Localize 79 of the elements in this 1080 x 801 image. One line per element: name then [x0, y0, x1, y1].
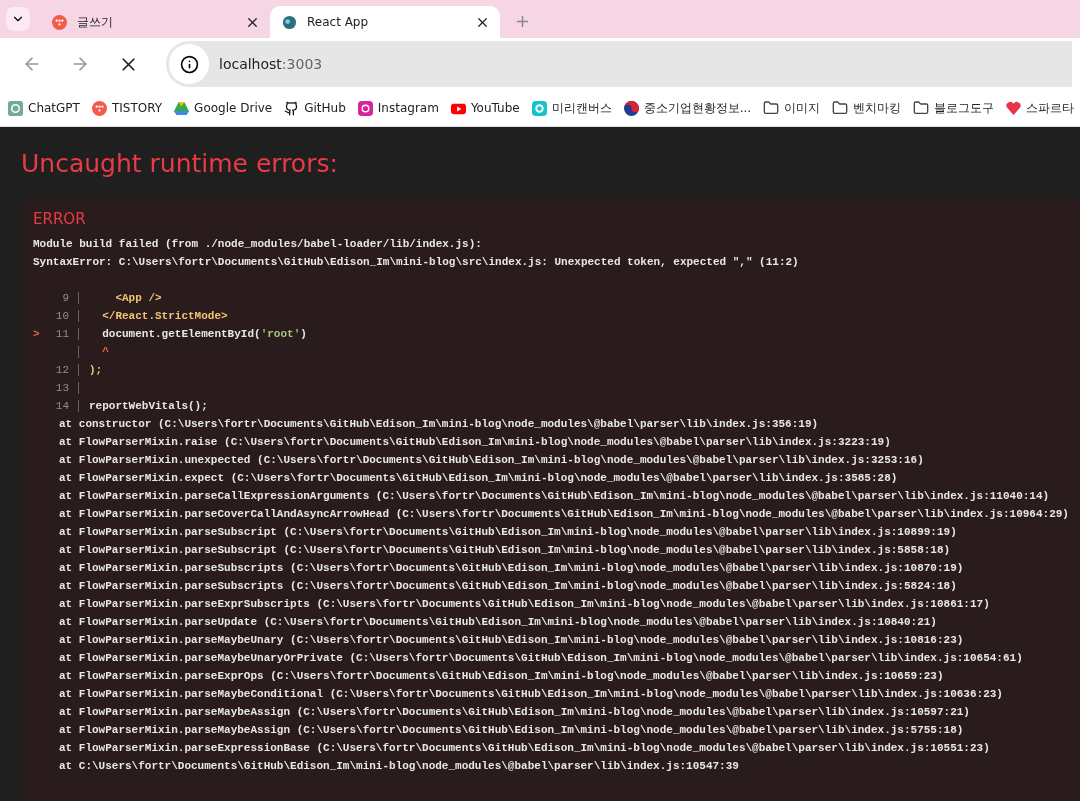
tab-title: React App: [307, 15, 370, 29]
bookmark-link[interactable]: GitHub: [284, 100, 346, 116]
bookmark-label: GitHub: [304, 101, 346, 115]
folder-icon: [763, 100, 780, 116]
bookmark-label: Instagram: [377, 101, 439, 115]
stack-trace-line: at constructor (C:\Users\fortr\Documents\GitHub\Edison_Im\mini-blog\node_modules\@babel\parser\lib\index.js:356:19): [58, 417, 820, 432]
stack-trace-line: at FlowParserMixin.expect (C:\Users\fortr\Documents\GitHub\Edison_Im\mini-blog\node_modules\@babel\parser\lib\index.js:3585:28): [58, 471, 899, 486]
stack-trace-line: at FlowParserMixin.parseMaybeAssign (C:\Users\fortr\Documents\GitHub\Edison_Im\mini-blog\node_modules\@babel\parser\lib\index.js:10597:21): [58, 705, 971, 720]
bookmark-label: 중소기업현황정보...: [643, 99, 752, 117]
stack-trace-line: at FlowParserMixin.parseSubscripts (C:\Users\fortr\Documents\GitHub\Edison_Im\mini-blog\node_modules\@babel\parser\lib\index.js:10870:19): [58, 561, 965, 576]
triangle-icon: [174, 100, 190, 116]
bookmark-link[interactable]: YouTube: [450, 100, 520, 116]
bookmark-label: 미리캔버스: [551, 99, 612, 117]
bookmark-label: ChatGPT: [28, 101, 80, 115]
bookmark-link[interactable]: 벤치마킹: [832, 99, 902, 117]
line-number: 11: [54, 327, 69, 342]
new-tab-icon[interactable]: [514, 13, 531, 30]
tab-title: 글쓰기: [77, 13, 114, 31]
info-icon[interactable]: [169, 44, 209, 84]
stack-trace-line: at FlowParserMixin.parseMaybeAssign (C:\Users\fortr\Documents\GitHub\Edison_Im\mini-blog\node_modules\@babel\parser\lib\index.js:5755:18): [58, 723, 965, 738]
code-line: </React.StrictMode>: [101, 309, 228, 324]
line-number: 10: [54, 309, 69, 324]
stack-trace-line: at FlowParserMixin.raise (C:\Users\fortr\Documents\GitHub\Edison_Im\mini-blog\node_modules\@babel\parser\lib\index.js:3223:19): [58, 435, 892, 450]
stack-trace-line: at FlowParserMixin.parseSubscripts (C:\Users\fortr\Documents\GitHub\Edison_Im\mini-blog\node_modules\@babel\parser\lib\index.js:5824:18): [58, 579, 958, 594]
stack-trace-line: at C:\Users\fortr\Documents\GitHub\Edison_Im\mini-blog\node_modules\@babel\parser\lib\index.js:10547:39: [58, 759, 740, 774]
octocat-icon: [284, 100, 300, 116]
bookmark-label: 이미지: [784, 99, 821, 117]
code-line: ^: [101, 345, 109, 360]
stack-trace-line: at FlowParserMixin.unexpected (C:\Users\fortr\Documents\GitHub\Edison_Im\mini-blog\node_modules\@babel\parser\lib\index.js:3253:16): [58, 453, 925, 468]
line-number: 12: [54, 363, 69, 378]
bookmark-link[interactable]: 이미지: [763, 99, 821, 117]
pointer-marker: >: [33, 327, 41, 342]
bookmark-label: Google Drive: [194, 101, 273, 115]
stack-trace-line: at FlowParserMixin.parseUpdate (C:\Users\fortr\Documents\GitHub\Edison_Im\mini-blog\node_modules\@babel\parser\lib\index.js:10840:21): [58, 615, 938, 630]
bookmark-link[interactable]: 중소기업현황정보...: [623, 99, 752, 117]
stack-trace-line: at FlowParserMixin.parseExpressionBase (C:\Users\fortr\Documents\GitHub\Edison_Im\mini-blog\node_modules\@babel\parser\lib\index.js:10551:23): [58, 741, 991, 756]
bookmark-label: 벤치마킹: [853, 99, 902, 117]
bookmark-link[interactable]: Instagram: [357, 100, 439, 116]
stack-trace-line: at FlowParserMixin.parseSubscript (C:\Users\fortr\Documents\GitHub\Edison_Im\mini-blog\node_modules\@babel\parser\lib\index.js:5858:18): [58, 543, 952, 558]
bookmark-link[interactable]: TISTORY: [91, 100, 163, 116]
address-bar[interactable]: localhost:3003: [166, 41, 1072, 87]
folder-icon: [913, 100, 930, 116]
bookmark-link[interactable]: ChatGPT: [8, 100, 80, 116]
browser-tab[interactable]: React App: [270, 6, 500, 38]
stack-trace-line: at FlowParserMixin.parseMaybeUnaryOrPrivate (C:\Users\fortr\Documents\GitHub\Edison_Im\mini-blog\node_modules\@babel\parser\lib\index.js:10654:61): [58, 651, 1024, 666]
code-line: <App />: [114, 291, 162, 306]
bookmark-label: 스파르타: [1026, 99, 1075, 117]
line-number: 13: [54, 381, 69, 396]
stack-trace-line: at FlowParserMixin.parseSubscript (C:\Users\fortr\Documents\GitHub\Edison_Im\mini-blog\node_modules\@babel\parser\lib\index.js:10899:19): [58, 525, 958, 540]
bookmark-link[interactable]: 블로그도구: [913, 99, 995, 117]
error-message: SyntaxError: C:\Users\fortr\Documents\GitHub\Edison_Im\mini-blog\src\index.js: Unexpected token, expected "," (11:2): [33, 255, 800, 270]
error-heading: Uncaught runtime errors:: [21, 149, 339, 178]
line-number: 9: [61, 291, 69, 306]
browser-tab[interactable]: 글쓰기: [40, 6, 270, 38]
error-message: Module build failed (from ./node_modules/babel-loader/lib/index.js):: [33, 237, 483, 252]
heart-icon: [1006, 100, 1022, 116]
emblem-icon: [623, 100, 639, 116]
folder-icon: [832, 100, 849, 116]
line-number: 14: [54, 399, 69, 414]
stack-trace-line: at FlowParserMixin.parseExprOps (C:\Users\fortr\Documents\GitHub\Edison_Im\mini-blog\node_modules\@babel\parser\lib\index.js:10659:23): [58, 669, 945, 684]
code-line: document.getElementById('root'): [101, 327, 307, 342]
bookmark-link[interactable]: 미리캔버스: [531, 99, 612, 117]
stack-trace-line: at FlowParserMixin.parseCoverCallAndAsyncArrowHead (C:\Users\fortr\Documents\GitHub\Edison_Im\mini-blog\node_modules\@babel\parser\lib\index.js:10964:29): [58, 507, 1070, 522]
stack-trace-line: at FlowParserMixin.parseExprSubscripts (C:\Users\fortr\Documents\GitHub\Edison_Im\mini-blog\node_modules\@babel\parser\lib\index.js:10861:17): [58, 597, 991, 612]
tab-search-button[interactable]: [6, 7, 30, 31]
stack-trace-line: at FlowParserMixin.parseMaybeConditional (C:\Users\fortr\Documents\GitHub\Edison_Im\mini-blog\node_modules\@babel\parser\lib\index.js:10636:23): [58, 687, 1004, 702]
camera-icon: [357, 100, 373, 116]
url-text: localhost:3003: [219, 56, 323, 72]
bookmark-label: TISTORY: [111, 101, 163, 115]
bookmark-link[interactable]: Google Drive: [174, 100, 273, 116]
error-label: ERROR: [33, 209, 87, 229]
stack-trace-line: at FlowParserMixin.parseMaybeUnary (C:\Users\fortr\Documents\GitHub\Edison_Im\mini-blog\node_modules\@babel\parser\lib\index.js:10816:23): [58, 633, 965, 648]
stack-trace-line: at FlowParserMixin.parseCallExpressionArguments (C:\Users\fortr\Documents\GitHub\Edison_Im\mini-blog\node_modules\@babel\parser\lib\index.js:11040:14): [58, 489, 1051, 504]
globe-icon: [282, 14, 297, 30]
bookmark-label: YouTube: [470, 101, 520, 115]
code-line: );: [89, 363, 103, 378]
bookmark-link[interactable]: 스파르타: [1006, 99, 1075, 117]
code-line: reportWebVitals();: [89, 399, 208, 414]
bookmark-label: 블로그도구: [934, 99, 995, 117]
